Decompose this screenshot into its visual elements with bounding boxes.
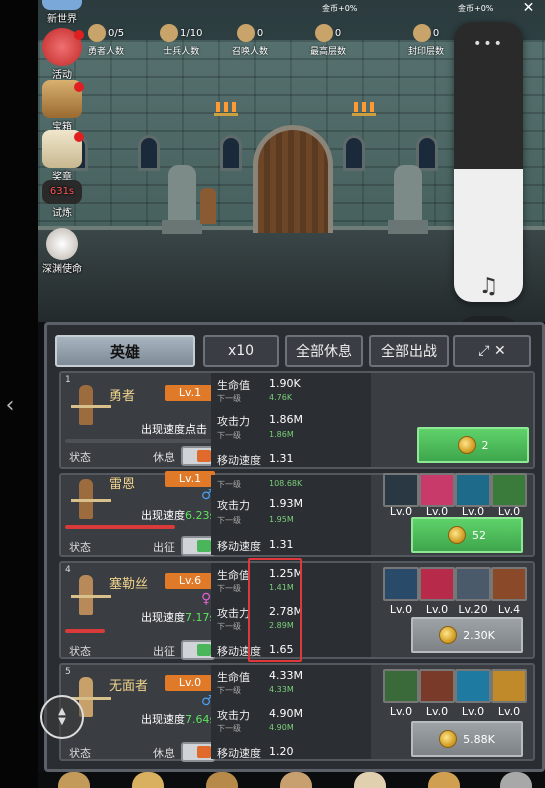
tab-x10[interactable]: x10 xyxy=(203,335,279,367)
rest-all-button[interactable]: 全部休息 xyxy=(285,335,363,367)
side-menu-trial[interactable]: 631s 试炼 xyxy=(38,180,86,219)
coin-icon xyxy=(457,436,476,454)
appear-speed: 出现速度6.23s xyxy=(141,509,216,522)
rest-toggle[interactable] xyxy=(181,742,215,762)
globe-icon xyxy=(42,0,82,10)
hero-level: Lv.6 xyxy=(165,573,215,589)
close-icon[interactable]: ✕ xyxy=(512,0,545,16)
female-icon: ♀ xyxy=(201,591,212,607)
hero-panel: 英雄 x10 全部休息 全部出战 ⤢ ✕ 1 勇者 Lv.1 出现速度点击 状态… xyxy=(44,322,545,772)
hero-level: Lv.0 xyxy=(165,675,215,691)
hero-sprite xyxy=(200,188,216,224)
side-menu-new-world[interactable]: 新世界 xyxy=(38,0,86,25)
upgrade-button[interactable]: 5.88K xyxy=(411,721,523,757)
equip-slot-icon[interactable] xyxy=(455,473,491,507)
hero-stats: 生命值 4.33M 下一级 4.33M 攻击力 4.90M 下一级 4.90M 移动速度… xyxy=(211,665,371,760)
rest-toggle[interactable] xyxy=(181,446,215,466)
seal-icon xyxy=(412,24,431,42)
knight-statue xyxy=(168,165,196,223)
side-menu-medal[interactable]: 奖章 xyxy=(38,130,86,183)
prev-page-arrow-icon[interactable]: ‹ xyxy=(0,383,20,427)
upgrade-button[interactable]: 52 xyxy=(411,517,523,553)
hero-portrait xyxy=(67,571,111,627)
hero-level: Lv.1 xyxy=(165,385,215,401)
trial-icon: 631s xyxy=(42,180,82,204)
hero-name: 雷恩 xyxy=(109,477,136,492)
hero-card[interactable]: 5 无面者 Lv.0 ♂ 出现速度7.64s 状态 休息 生命值 4.33M 下一… xyxy=(59,663,535,762)
knight-statue xyxy=(394,165,422,223)
deploy-toggle[interactable] xyxy=(181,536,215,556)
upgrade-button[interactable]: 2 xyxy=(417,427,529,463)
castle-door xyxy=(253,125,333,233)
equip-slot-icon[interactable] xyxy=(383,669,419,703)
hero-icon xyxy=(88,24,106,42)
equip-slot-icon[interactable] xyxy=(419,669,455,703)
side-menu-abyss[interactable]: 深渊使命 xyxy=(38,228,86,275)
coin-icon xyxy=(439,730,458,748)
statue-base xyxy=(388,220,428,234)
chandelier-icon xyxy=(214,96,238,116)
notification-dot xyxy=(74,82,84,92)
hp-bar xyxy=(65,525,175,529)
equip-slot-icon[interactable] xyxy=(419,473,455,507)
chandelier-icon xyxy=(352,96,376,116)
expand-button[interactable]: ⤢ ✕ xyxy=(453,335,531,367)
deploy-all-button[interactable]: 全部出战 xyxy=(369,335,449,367)
pearl-icon xyxy=(46,228,78,260)
equip-slot-icon[interactable] xyxy=(491,473,527,507)
gold-rate-left: 金币+0% xyxy=(322,4,358,13)
equip-slot-icon[interactable] xyxy=(419,567,455,601)
stat-seal-floor: 0 封印层数 xyxy=(408,24,444,57)
hero-portrait xyxy=(67,475,111,531)
move-joystick-icon[interactable]: ▲ ▼ xyxy=(40,695,84,739)
side-menu-event[interactable]: 活动 xyxy=(38,28,86,81)
highlight-box xyxy=(248,558,302,662)
equip-slot-icon[interactable] xyxy=(491,669,527,703)
hero-name: 塞勒丝 xyxy=(109,577,149,592)
side-menu-chest[interactable]: 宝箱 xyxy=(38,80,86,133)
gold-rate-right: 金币+0% xyxy=(458,4,494,13)
hero-stats: 生命值 1.90K 下一级 4.76K 攻击力 1.86M 下一级 1.86M 移动速度… xyxy=(211,373,371,467)
hero-name: 勇者 xyxy=(109,389,136,404)
stat-summon-count: 0 召唤人数 xyxy=(232,24,268,57)
music-note-icon[interactable]: ♫ xyxy=(454,274,523,299)
upgrade-button[interactable]: 2.30K xyxy=(411,617,523,653)
equip-slot-icon[interactable] xyxy=(455,669,491,703)
window xyxy=(343,135,365,171)
statue-base xyxy=(162,220,202,234)
appear-speed: 出现速度点击 xyxy=(141,423,207,436)
more-icon[interactable]: ••• xyxy=(454,36,523,52)
stat-max-floor: 0 最高层数 xyxy=(310,24,346,57)
window xyxy=(416,135,438,171)
window xyxy=(220,135,242,171)
notification-dot xyxy=(74,132,84,142)
hero-card[interactable]: 1 勇者 Lv.1 出现速度点击 状态 休息 生命值 1.90K 下一级 4.76K… xyxy=(59,371,535,469)
hero-portrait xyxy=(67,381,111,437)
floor-icon xyxy=(314,24,333,42)
stat-soldier-count: 1/10 士兵人数 xyxy=(160,24,202,57)
equip-slot-icon[interactable] xyxy=(383,567,419,601)
equip-slot-icon[interactable] xyxy=(491,567,527,601)
coin-icon xyxy=(439,626,458,644)
floating-player-panel[interactable]: ••• ♫ xyxy=(454,22,523,302)
summon-icon xyxy=(236,24,255,42)
hero-stats: 下一级 108.68K 攻击力 1.93M 下一级 1.95M 移动速度 1.31 xyxy=(211,475,371,555)
coin-icon xyxy=(448,526,466,544)
deploy-toggle[interactable] xyxy=(181,640,215,660)
notification-dot xyxy=(74,30,84,40)
equip-slot-icon[interactable] xyxy=(383,473,419,507)
equip-slot-icon[interactable] xyxy=(455,567,491,601)
game-screen: ‹ 金币+0% 金币+0% 0/5 勇者人数 1/10 士兵人数 0 召唤人数 … xyxy=(0,0,545,788)
appear-speed: 出现速度7.17s xyxy=(141,611,216,624)
progress-bar xyxy=(65,439,215,443)
stat-hero-count: 0/5 勇者人数 xyxy=(88,24,124,57)
appear-speed: 出现速度7.64s xyxy=(141,713,216,726)
tab-hero[interactable]: 英雄 xyxy=(55,335,195,367)
soldier-icon xyxy=(160,24,178,42)
window xyxy=(138,135,160,171)
hero-name: 无面者 xyxy=(109,679,149,694)
hp-bar xyxy=(65,629,105,633)
hero-card[interactable]: 雷恩 Lv.1 ♂ 出现速度6.23s 状态 出征 下一级 108.68K 攻击力… xyxy=(59,471,535,557)
hero-level: Lv.1 xyxy=(165,471,215,487)
